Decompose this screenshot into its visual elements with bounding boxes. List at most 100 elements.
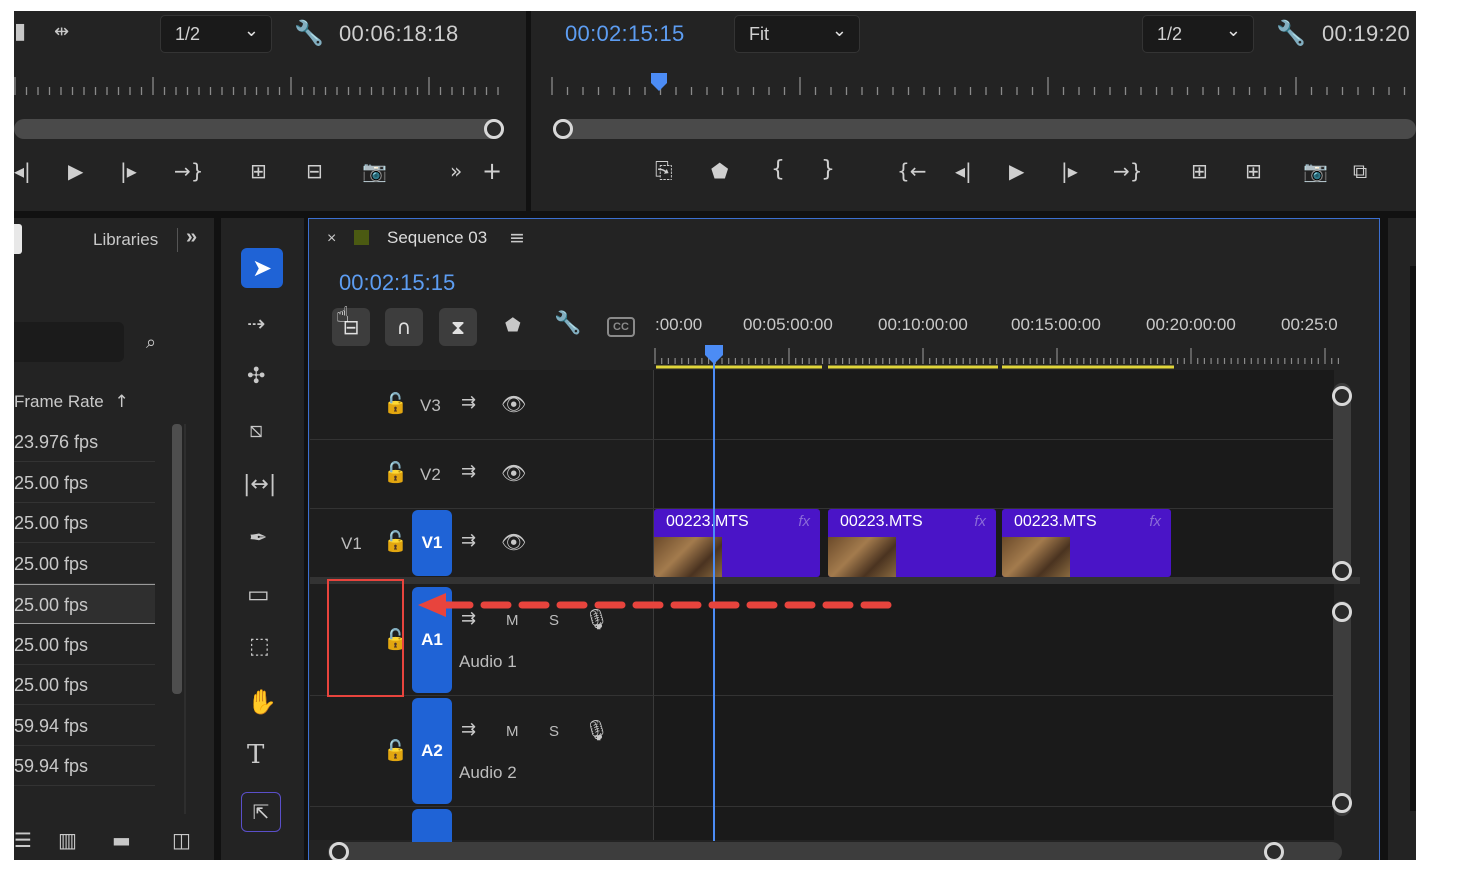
export-frame-icon[interactable]: ⎘ [655, 159, 673, 184]
close-sequence-button[interactable]: × [327, 230, 336, 248]
timeline-settings-wrench-icon[interactable]: 🔧 [554, 313, 581, 335]
frame-rate-row[interactable]: 59.94 fps [14, 706, 155, 746]
video-scroll-handle-bottom[interactable] [1332, 561, 1352, 581]
audio-scroll-handle-bottom[interactable] [1332, 793, 1352, 813]
go-to-in-icon[interactable]: {← [897, 159, 926, 183]
frame-rate-column-header[interactable]: Frame Rate ↑ [14, 392, 129, 412]
frame-rate-row[interactable]: 25.00 fps [14, 463, 155, 503]
settings-icon[interactable]: ⇹ [54, 23, 69, 41]
playhead-marker[interactable] [705, 345, 723, 365]
timeline-zoom-handle-right[interactable] [1264, 842, 1284, 860]
play-icon[interactable]: ▶ [1009, 159, 1024, 183]
solo-button[interactable]: S [549, 723, 559, 740]
more-panels-icon[interactable]: » [186, 226, 197, 249]
panel-divider-vertical[interactable] [214, 218, 221, 860]
mute-button[interactable]: M [506, 723, 519, 740]
step-back-icon[interactable]: ◂| [955, 159, 972, 183]
type-tool-icon[interactable]: T [247, 742, 264, 768]
fit-dropdown[interactable]: Fit ⌄ [734, 15, 860, 53]
camera-icon[interactable]: 📷 [1303, 159, 1328, 183]
audio-scroll-handle-top[interactable] [1332, 602, 1352, 622]
libraries-tab[interactable]: Libraries [93, 230, 158, 250]
frame-rate-row[interactable]: 25.00 fps [14, 584, 155, 624]
track-select-tool-icon[interactable]: ⇢ [247, 314, 265, 336]
sync-lock-icon[interactable]: ⇉ [461, 463, 476, 481]
razor-tool-icon[interactable]: ⧅ [249, 420, 263, 442]
overwrite-icon[interactable]: ⊟ [306, 159, 323, 183]
program-ruler[interactable] [551, 73, 1416, 97]
mark-out-icon[interactable]: } [821, 157, 835, 182]
source-zoom-scrollbar[interactable] [14, 119, 504, 139]
source-zoom-handle[interactable] [484, 119, 504, 139]
rectangle-tool-icon[interactable]: ▭ [247, 582, 270, 606]
lock-icon[interactable]: 🔓 [383, 740, 408, 760]
icon-view-icon[interactable]: ▥ [58, 828, 77, 852]
video-scroll-handle-top[interactable] [1332, 386, 1352, 406]
track-a2-target[interactable]: A2 [412, 698, 452, 804]
ripple-edit-tool-icon[interactable]: ✣ [247, 366, 265, 388]
source-ruler[interactable] [14, 73, 504, 97]
marker-icon[interactable]: ⬟ [711, 159, 728, 183]
camera-icon[interactable]: 📷 [362, 159, 387, 183]
frame-rate-row[interactable]: 25.00 fps [14, 544, 155, 584]
play-icon[interactable]: ▶ [68, 159, 83, 183]
lift-icon[interactable]: ⊞ [1191, 159, 1208, 183]
search-bin-icon[interactable]: ⌕ [146, 334, 156, 352]
microphone-icon[interactable]: 🎙 [584, 720, 609, 740]
new-bin-icon[interactable]: ▬ [112, 828, 131, 852]
scene-edit-tool-icon[interactable]: ⇱ [241, 792, 281, 832]
panel-tab-stub[interactable] [14, 224, 22, 254]
lock-icon[interactable]: 🔓 [383, 531, 408, 551]
track-v1-target[interactable]: V1 [412, 510, 452, 576]
snap-icon[interactable]: ∩ [385, 308, 423, 346]
program-current-time[interactable]: 00:02:15:15 [565, 21, 685, 47]
sequence-color-label[interactable] [354, 230, 369, 245]
drag-handle-icon[interactable]: ▮ [14, 21, 26, 43]
video-clip[interactable]: 00223.MTS fx [828, 509, 996, 577]
audio-track-scrollbar[interactable] [1333, 601, 1351, 816]
add-marker-icon[interactable]: ⬟ [505, 317, 521, 335]
captions-icon[interactable]: CC [607, 317, 635, 337]
eye-icon[interactable]: 👁 [501, 394, 526, 414]
program-zoom-scrollbar[interactable] [553, 119, 1416, 139]
timeline-zoom-scrollbar[interactable] [328, 842, 1342, 860]
frame-rate-row[interactable]: 59.94 fps [14, 746, 155, 786]
wrench-icon[interactable]: 🔧 [294, 21, 324, 45]
program-zoom-handle[interactable] [553, 119, 573, 139]
slide-tool-icon[interactable]: ⬚ [249, 636, 270, 658]
insert-icon[interactable]: ⊞ [250, 159, 267, 183]
eye-icon[interactable]: 👁 [501, 463, 526, 483]
linked-selection-icon[interactable]: ⧗ [439, 308, 477, 346]
sync-lock-icon[interactable]: ⇉ [461, 721, 476, 739]
mark-in-icon[interactable]: { [771, 157, 785, 182]
wrench-icon[interactable]: 🔧 [1276, 21, 1306, 45]
track-v2-label[interactable]: V2 [420, 465, 441, 485]
frame-rate-row[interactable]: 23.976 fps [14, 422, 155, 462]
video-clip[interactable]: 00223.MTS fx [1002, 509, 1171, 577]
timeline-current-time[interactable]: 00:02:15:15 [339, 270, 455, 296]
selection-tool-icon[interactable]: ➤ [241, 248, 283, 288]
new-item-icon[interactable]: ◫ [172, 828, 191, 852]
add-button-icon[interactable]: + [482, 157, 502, 185]
comparison-view-icon[interactable]: ⧉ [1353, 159, 1367, 183]
search-input[interactable] [14, 322, 124, 362]
panel-divider[interactable] [14, 211, 1416, 218]
pen-tool-icon[interactable]: ✒ [249, 528, 267, 550]
timeline-zoom-handle-left[interactable] [329, 842, 349, 860]
video-track-scrollbar[interactable] [1333, 383, 1351, 573]
step-back-icon[interactable]: ◂| [14, 159, 31, 183]
timeline-ruler[interactable] [654, 339, 1344, 369]
step-forward-icon[interactable]: |▸ [1061, 159, 1078, 183]
program-zoom-dropdown[interactable]: 1/2 ⌄ [1142, 15, 1254, 53]
eye-icon[interactable]: 👁 [501, 532, 526, 552]
extract-icon[interactable]: ⊞ [1245, 159, 1262, 183]
frame-rate-row[interactable]: 25.00 fps [14, 665, 155, 705]
sequence-tab[interactable]: Sequence 03 [387, 228, 487, 248]
sequence-menu-icon[interactable]: ≡ [509, 227, 525, 249]
sync-lock-icon[interactable]: ⇉ [461, 532, 476, 550]
panel-divider-vertical[interactable] [1380, 218, 1388, 860]
hand-tool-icon[interactable]: ✋ [247, 690, 277, 714]
go-to-out-icon[interactable]: →} [1113, 159, 1142, 183]
frame-rate-row[interactable]: 25.00 fps [14, 625, 155, 665]
project-scrollbar[interactable] [172, 424, 182, 694]
